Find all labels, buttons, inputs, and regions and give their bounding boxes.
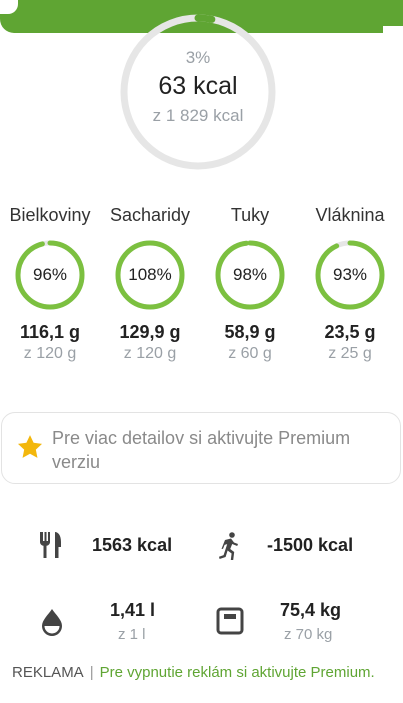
calorie-value: 63 kcal <box>158 72 238 100</box>
header-edge <box>383 26 403 33</box>
weight-value: 75,4 kg <box>280 600 342 620</box>
water-goal: z 1 l <box>118 626 146 643</box>
scale-icon <box>216 607 244 635</box>
macro-percent: 96% <box>32 265 68 284</box>
ad-label: REKLAMA <box>12 664 84 681</box>
macro-percent: 108% <box>128 265 172 284</box>
macro-fiber[interactable]: Vláknina 93% 23,5 g z 25 g <box>300 200 400 363</box>
macro-protein[interactable]: Bielkoviny 96% 116,1 g z 120 g <box>0 200 100 363</box>
macro-label: Tuky <box>230 205 270 225</box>
macro-value: 58,9 g <box>224 322 276 342</box>
ad-footer: REKLAMA | Pre vypnutie reklám si aktivujte… <box>12 664 375 681</box>
macro-label: Sacharidy <box>109 205 191 225</box>
macro-ring: 98% <box>215 240 285 310</box>
food-calories: 1563 kcal <box>92 535 173 555</box>
header-corner <box>0 0 18 14</box>
macro-fat[interactable]: Tuky 98% 58,9 g z 60 g <box>200 200 300 363</box>
macro-percent: 93% <box>332 265 368 284</box>
macro-goal: z 120 g <box>23 345 77 362</box>
exercise-calories: -1500 kcal <box>267 535 354 555</box>
star-icon <box>17 435 43 458</box>
macro-goal: z 60 g <box>228 345 272 362</box>
calorie-goal: z 1 829 kcal <box>152 106 244 125</box>
calorie-percent: 3% <box>185 48 211 67</box>
remove-ads-link[interactable]: Pre vypnutie reklám si aktivujte Premium… <box>100 664 375 681</box>
macro-value: 116,1 g <box>19 322 81 342</box>
macro-label: Vláknina <box>315 205 385 225</box>
running-icon <box>219 532 238 560</box>
water-drop-icon <box>42 609 62 636</box>
footer-separator: | <box>89 664 94 681</box>
macro-percent: 98% <box>232 265 268 284</box>
macro-carbs[interactable]: Sacharidy 108% 129,9 g z 120 g <box>100 200 200 363</box>
macro-ring: 96% <box>15 240 85 310</box>
premium-text: Pre viac detailov si aktivujte Premium v… <box>52 428 351 472</box>
water-value: 1,41 l <box>110 600 156 620</box>
premium-banner[interactable]: Pre viac detailov si aktivujte Premium v… <box>1 412 401 484</box>
calorie-ring[interactable]: 3% 63 kcal z 1 829 kcal <box>120 14 276 170</box>
fork-knife-icon <box>40 532 61 558</box>
macro-goal: z 120 g <box>123 345 177 362</box>
weight-goal: z 70 kg <box>284 626 333 643</box>
macro-goal: z 25 g <box>328 345 372 362</box>
macro-value: 129,9 g <box>119 322 181 342</box>
macro-ring: 93% <box>315 240 385 310</box>
macro-label: Bielkoviny <box>9 205 91 225</box>
macro-value: 23,5 g <box>324 322 376 342</box>
macro-ring: 108% <box>115 240 185 310</box>
